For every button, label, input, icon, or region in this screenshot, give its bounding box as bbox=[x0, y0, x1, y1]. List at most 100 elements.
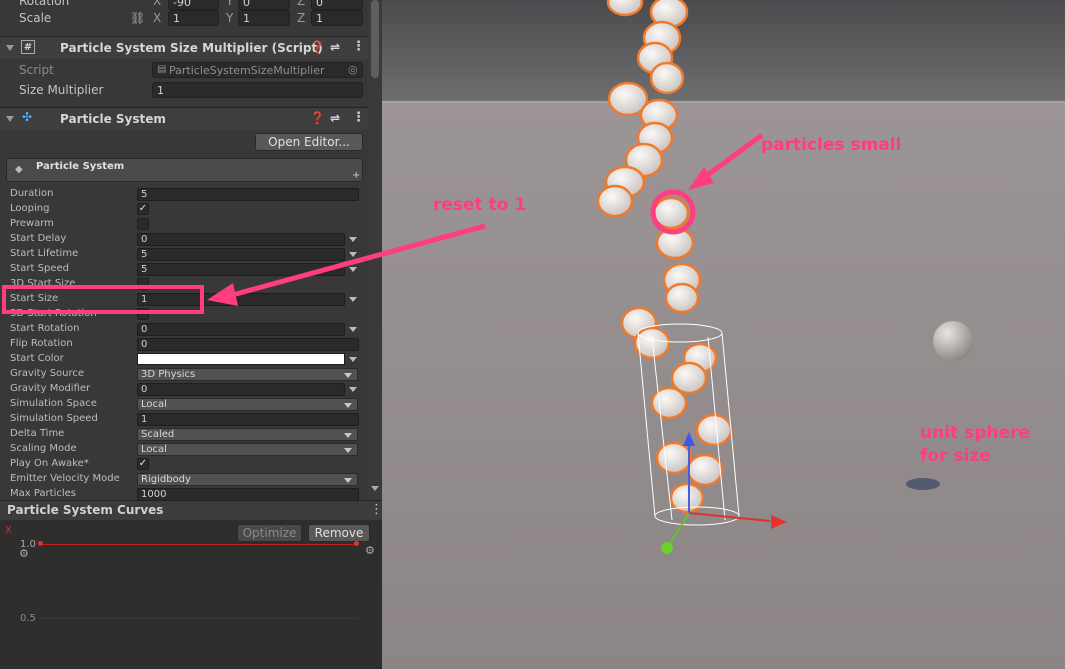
rotation-z-field[interactable]: 0 bbox=[311, 0, 363, 10]
curve-key-end[interactable] bbox=[354, 541, 359, 546]
flip-rotation-field[interactable]: 0 bbox=[137, 338, 359, 351]
annotation-particles-small: particles small bbox=[761, 135, 902, 155]
start-size-field[interactable]: 1 bbox=[137, 293, 345, 306]
scene-canvas bbox=[382, 0, 1065, 669]
foldout-arrow-icon[interactable] bbox=[6, 45, 14, 51]
more-menu-icon[interactable]: ⋮ bbox=[352, 110, 365, 125]
size-multiplier-header[interactable]: # Particle System Size Multiplier (Scrip… bbox=[0, 36, 368, 59]
foldout-arrow-icon[interactable] bbox=[6, 116, 14, 122]
start-speed-label: Start Speed bbox=[10, 263, 69, 274]
scale-z-field[interactable]: 1 bbox=[311, 10, 363, 26]
tick-label-mid: 0.5 bbox=[20, 613, 36, 624]
size-multiplier-label: Size Multiplier bbox=[19, 83, 104, 97]
script-icon: # bbox=[21, 40, 35, 54]
simulation-space-label: Simulation Space bbox=[10, 398, 97, 409]
start-lifetime-field[interactable]: 5 bbox=[137, 248, 345, 261]
looping-label: Looping bbox=[10, 203, 50, 214]
scale-y-field[interactable]: 1 bbox=[238, 10, 290, 26]
module-header[interactable]: ◆ Particle System + bbox=[6, 158, 363, 182]
curve-axis-x-label: X bbox=[5, 525, 12, 536]
scroll-down-icon[interactable] bbox=[371, 486, 379, 491]
rotation-z-label: Z bbox=[297, 0, 306, 8]
prewarm-checkbox[interactable] bbox=[137, 218, 149, 230]
gravity-modifier-label: Gravity Modifier bbox=[10, 383, 91, 394]
gravity-source-label: Gravity Source bbox=[10, 368, 85, 379]
scaling-mode-dropdown[interactable]: Local bbox=[137, 443, 358, 456]
curve-mode-arrow-icon[interactable] bbox=[349, 267, 357, 272]
simulation-speed-label: Simulation Speed bbox=[10, 413, 98, 424]
script-field[interactable]: ParticleSystemSizeMultiplier bbox=[152, 62, 363, 78]
gravity-modifier-field[interactable]: 0 bbox=[137, 383, 345, 396]
scaling-mode-label: Scaling Mode bbox=[10, 443, 77, 454]
size-multiplier-field[interactable]: 1 bbox=[152, 82, 363, 98]
more-menu-icon[interactable]: ⋮ bbox=[370, 502, 382, 517]
flip-rotation-label: Flip Rotation bbox=[10, 338, 73, 349]
duration-field[interactable]: 5 bbox=[137, 188, 359, 201]
curves-panel[interactable]: Optimize Remove X 1.0 ⚙ ⚙ 0.5 bbox=[0, 520, 382, 669]
scale-z-label: Z bbox=[297, 11, 306, 25]
color-mode-arrow-icon[interactable] bbox=[349, 357, 357, 362]
emitter-velocity-mode-dropdown[interactable]: Rigidbody bbox=[137, 473, 358, 486]
annotation-reset-to-1: reset to 1 bbox=[433, 195, 527, 215]
start-lifetime-label: Start Lifetime bbox=[10, 248, 79, 259]
curve-line[interactable] bbox=[40, 544, 358, 545]
rotation-x-label: X bbox=[153, 0, 162, 8]
prewarm-label: Prewarm bbox=[10, 218, 54, 229]
inspector-panel: Rotation X -90 Y 0 Z 0 Scale ⛓ X 1 Y 1 Z… bbox=[0, 0, 382, 669]
presets-icon[interactable]: ⇌ bbox=[330, 40, 340, 54]
presets-icon[interactable]: ⇌ bbox=[330, 111, 340, 125]
curve-mode-arrow-icon[interactable] bbox=[349, 327, 357, 332]
rotation-y-label: Y bbox=[226, 0, 234, 8]
start-speed-field[interactable]: 5 bbox=[137, 263, 345, 276]
help-icon[interactable]: ❓ bbox=[310, 40, 325, 54]
unlink-icon[interactable]: ⛓ bbox=[130, 11, 145, 25]
simulation-space-dropdown[interactable]: Local bbox=[137, 398, 358, 411]
scale-y-label: Y bbox=[226, 11, 234, 25]
curve-mode-arrow-icon[interactable] bbox=[349, 252, 357, 257]
start-rotation-field[interactable]: 0 bbox=[137, 323, 345, 336]
start-size-3d-label: 3D Start Size bbox=[10, 278, 76, 289]
object-picker-icon[interactable]: ◎ bbox=[348, 63, 358, 76]
more-menu-icon[interactable]: ⋮ bbox=[352, 39, 365, 54]
gravity-source-dropdown[interactable]: 3D Physics bbox=[137, 368, 358, 381]
curve-mode-arrow-icon[interactable] bbox=[349, 297, 357, 302]
inspector-scrollbar[interactable] bbox=[368, 0, 382, 500]
help-icon[interactable]: ❓ bbox=[310, 111, 325, 125]
add-icon[interactable]: + bbox=[352, 170, 360, 181]
curve-settings-icon[interactable]: ⚙ bbox=[365, 544, 375, 557]
play-on-awake-checkbox[interactable]: ✓ bbox=[137, 458, 149, 470]
grid-line bbox=[40, 618, 358, 619]
curve-mode-arrow-icon[interactable] bbox=[349, 387, 357, 392]
rotation-y-field[interactable]: 0 bbox=[238, 0, 290, 10]
start-delay-label: Start Delay bbox=[10, 233, 67, 244]
scale-x-field[interactable]: 1 bbox=[168, 10, 219, 26]
looping-checkbox[interactable]: ✓ bbox=[137, 203, 149, 215]
open-editor-button[interactable]: Open Editor... bbox=[255, 133, 363, 151]
module-title: Particle System bbox=[36, 161, 125, 172]
particle-system-header[interactable]: ✣ Particle System ❓ ⇌ ⋮ bbox=[0, 107, 368, 130]
scrollbar-thumb[interactable] bbox=[371, 0, 379, 78]
script-file-icon: ▤ bbox=[157, 64, 167, 75]
emitter-velocity-mode-label: Emitter Velocity Mode bbox=[10, 473, 120, 484]
particle-module-icon: ◆ bbox=[15, 164, 23, 175]
start-delay-field[interactable]: 0 bbox=[137, 233, 345, 246]
rotation-label: Rotation bbox=[19, 0, 70, 8]
simulation-speed-field[interactable]: 1 bbox=[137, 413, 359, 426]
scene-view[interactable]: particles small unit sphere for size bbox=[382, 0, 1065, 669]
start-color-swatch[interactable] bbox=[137, 353, 345, 365]
start-rotation-3d-checkbox[interactable] bbox=[137, 308, 149, 320]
curve-settings-icon[interactable]: ⚙ bbox=[19, 547, 29, 560]
duration-label: Duration bbox=[10, 188, 54, 199]
annotation-unit-sphere-line2: for size bbox=[920, 446, 991, 466]
remove-button[interactable]: Remove bbox=[308, 524, 370, 542]
scale-label: Scale bbox=[19, 11, 52, 25]
curve-key-start[interactable] bbox=[38, 541, 43, 546]
particle-system-title: Particle System bbox=[60, 112, 166, 126]
particle-system-icon: ✣ bbox=[22, 110, 33, 124]
start-size-3d-checkbox[interactable] bbox=[137, 278, 149, 290]
delta-time-dropdown[interactable]: Scaled bbox=[137, 428, 358, 441]
rotation-x-field[interactable]: -90 bbox=[168, 0, 219, 10]
optimize-button[interactable]: Optimize bbox=[237, 524, 302, 542]
start-rotation-label: Start Rotation bbox=[10, 323, 80, 334]
curve-mode-arrow-icon[interactable] bbox=[349, 237, 357, 242]
